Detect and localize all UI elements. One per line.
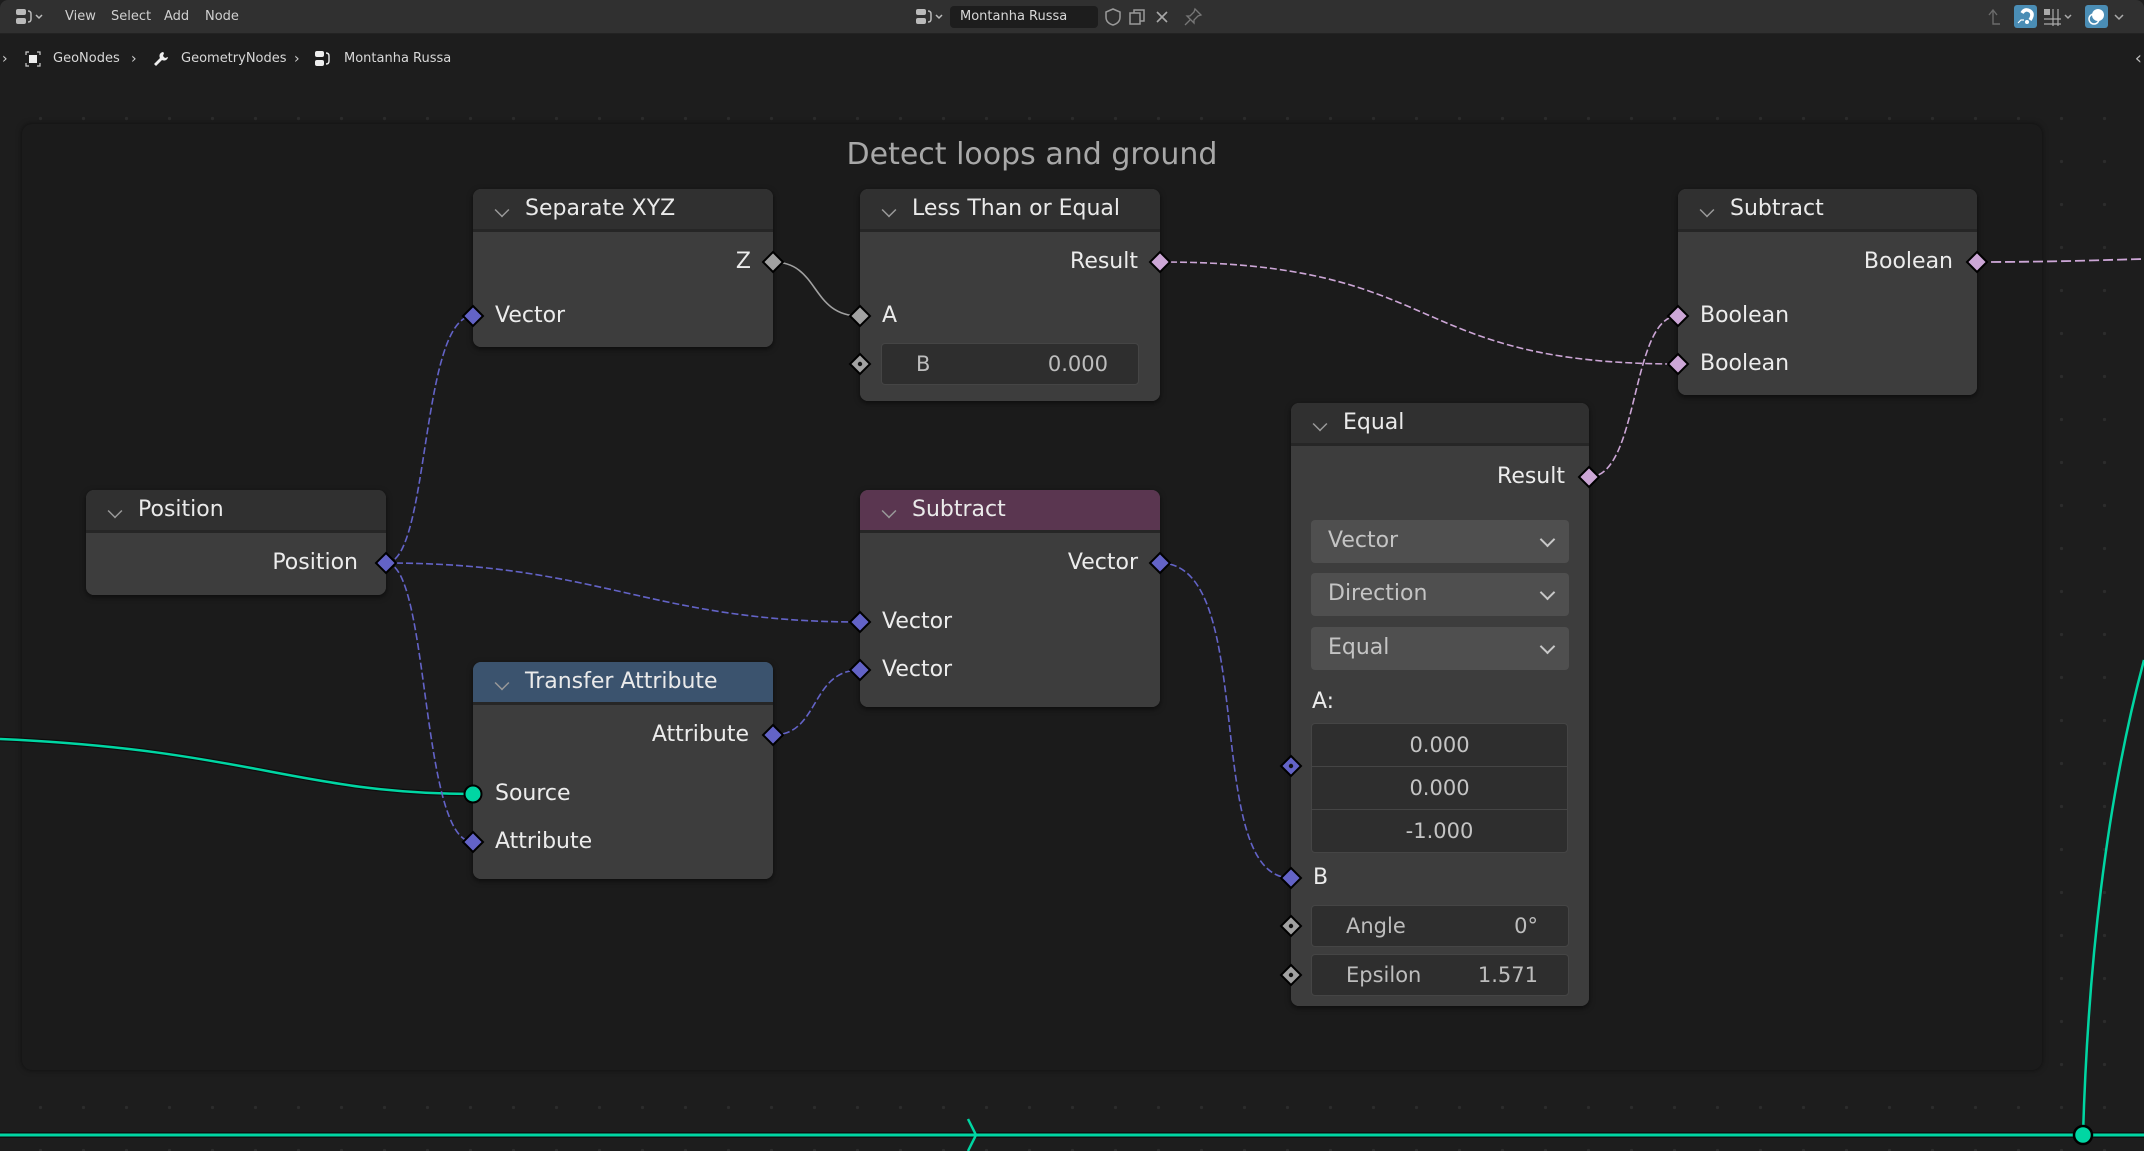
socket-subtract-vector-in-2[interactable] [848,658,872,682]
socket-field-dot-icon [1288,972,1294,978]
socket-separate-z-out[interactable] [761,250,785,274]
socket-field-dot-icon [857,361,863,367]
node-sockets [374,250,2094,1146]
socket-subtract-bool-in-1[interactable] [1666,304,1690,328]
socket-equal-result-out[interactable] [1577,465,1601,489]
socket-separate-vector-in[interactable] [461,304,485,328]
socket-subtract-vector-in-1[interactable] [848,610,872,634]
reroute-geometry-node[interactable] [2072,1124,2094,1146]
socket-transfer-attribute-in[interactable] [461,830,485,854]
socket-field-dot-icon [1288,923,1294,929]
socket-field-dot-icon [1288,763,1294,769]
socket-subtract-vector-out[interactable] [1148,551,1172,575]
socket-subtract-bool-out[interactable] [1965,250,1989,274]
socket-lte-result-out[interactable] [1148,250,1172,274]
socket-lte-a-in[interactable] [848,304,872,328]
socket-source-geometry[interactable] [463,784,483,804]
socket-equal-b-in[interactable] [1279,866,1303,890]
socket-subtract-bool-in-2[interactable] [1666,352,1690,376]
socket-position-out[interactable] [374,551,398,575]
socket-transfer-attribute-out[interactable] [761,723,785,747]
